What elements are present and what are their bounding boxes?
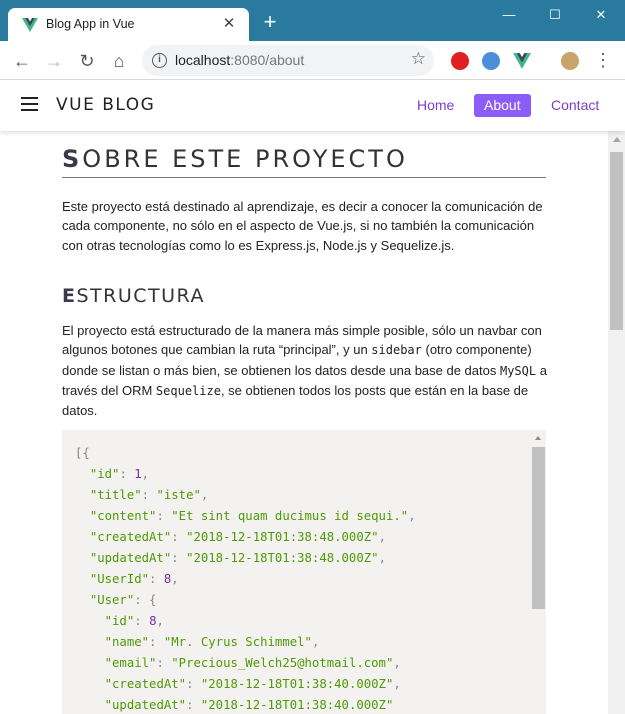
code-key: "title" — [89, 488, 142, 502]
code-key: "User" — [89, 593, 135, 607]
app-navbar: VUE BLOG Home About Contact — [0, 80, 625, 131]
code-value: 1 — [134, 467, 142, 481]
code-value: "2018-12-18T01:38:40.000Z" — [200, 677, 394, 691]
code-scrollbar[interactable] — [531, 430, 546, 714]
window-close-button[interactable]: ✕ — [586, 4, 616, 26]
page-scroll-thumb[interactable] — [610, 152, 623, 330]
page-content: SOBRE ESTE PROYECTO Este proyecto está d… — [0, 131, 608, 714]
code-term-sequelize: Sequelize — [155, 383, 221, 398]
ublock-extension-icon[interactable] — [451, 52, 469, 70]
page-scrollbar[interactable] — [608, 131, 625, 714]
forward-arrow-icon[interactable]: → — [42, 49, 66, 73]
code-value: "2018-12-18T01:38:48.000Z" — [186, 530, 379, 544]
minimize-button[interactable]: — — [494, 4, 524, 26]
back-arrow-icon[interactable]: ← — [10, 49, 34, 73]
blue-extension-icon[interactable] — [482, 52, 500, 70]
vue-logo-icon — [22, 18, 38, 32]
new-tab-button[interactable]: + — [259, 11, 281, 34]
tab-close-icon[interactable]: ✕ — [219, 14, 239, 34]
profile-avatar[interactable] — [561, 52, 579, 70]
page-viewport: VUE BLOG Home About Contact SOBRE ESTE P… — [0, 80, 625, 714]
nav-link-home[interactable]: Home — [407, 94, 464, 117]
browser-toolbar: ← → ↻ ⌂ i localhost:8080/about ☆ ⋮ — [0, 41, 625, 80]
code-key: "updatedAt" — [89, 551, 172, 565]
code-term-sidebar: sidebar — [371, 343, 422, 358]
code-key: "content" — [89, 509, 157, 523]
code-key: "updatedAt" — [104, 698, 187, 712]
code-value: "Mr. Cyrus Schimmel" — [163, 635, 312, 649]
code-key: "createdAt" — [89, 530, 172, 544]
intro-paragraph: Este proyecto está destinado al aprendiz… — [62, 199, 543, 253]
code-key: "createdAt" — [104, 677, 187, 691]
nav-link-about[interactable]: About — [474, 94, 531, 117]
code-value: "2018-12-18T01:38:40.000Z" — [200, 698, 394, 712]
code-key: "name" — [104, 635, 150, 649]
scroll-up-arrow-icon[interactable] — [535, 436, 541, 440]
url-text[interactable]: localhost:8080/about — [175, 52, 304, 68]
code-key: "UserId" — [89, 572, 150, 586]
brand-logo[interactable]: VUE BLOG — [56, 95, 155, 115]
code-value: "Precious_Welch25@hotmail.com" — [171, 656, 394, 670]
json-code-block[interactable]: [{ "id": 1, "title": "iste", "content": … — [62, 430, 546, 714]
browser-tab[interactable]: Blog App in Vue ✕ — [8, 8, 249, 42]
structure-paragraph: El proyecto está estructurado de la mane… — [62, 321, 548, 420]
nav-link-contact[interactable]: Contact — [541, 94, 609, 117]
info-icon[interactable]: i — [152, 53, 167, 68]
title-rest: OBRE ESTE PROYECTO — [82, 145, 408, 173]
hamburger-menu-icon[interactable] — [21, 97, 38, 111]
url-path: :8080/about — [230, 52, 305, 68]
code-key: "email" — [104, 656, 157, 670]
subtitle-rest: STRUCTURA — [76, 285, 205, 307]
browser-menu-icon[interactable]: ⋮ — [594, 50, 612, 72]
tab-title: Blog App in Vue — [46, 17, 135, 31]
page-title: SOBRE ESTE PROYECTO — [62, 145, 546, 178]
address-bar[interactable]: i localhost:8080/about ☆ — [142, 45, 434, 76]
code-value: "2018-12-18T01:38:48.000Z" — [186, 551, 379, 565]
code-key: "id" — [104, 614, 135, 628]
code-value: "Et sint quam ducimus id sequi." — [171, 509, 409, 523]
vue-devtools-icon[interactable] — [513, 52, 531, 70]
json-code: [{ "id": 1, "title": "iste", "content": … — [75, 446, 416, 712]
scroll-up-arrow-icon[interactable] — [613, 137, 621, 142]
browser-titlebar: Blog App in Vue ✕ + — ☐ ✕ — [0, 0, 625, 42]
title-initial: S — [62, 145, 83, 173]
code-key: "id" — [89, 467, 120, 481]
reload-icon[interactable]: ↻ — [75, 49, 99, 73]
code-scroll-thumb[interactable] — [532, 447, 545, 609]
maximize-button[interactable]: ☐ — [540, 4, 570, 26]
bookmark-star-icon[interactable]: ☆ — [411, 49, 426, 69]
code-open: [{ — [75, 446, 90, 460]
code-value: "iste" — [156, 488, 201, 502]
code-term-mysql: MySQL — [499, 363, 537, 378]
url-host: localhost — [175, 52, 231, 68]
subtitle-initial: E — [62, 285, 77, 307]
section-heading: ESTRUCTURA — [62, 285, 205, 307]
home-icon[interactable]: ⌂ — [107, 49, 131, 73]
